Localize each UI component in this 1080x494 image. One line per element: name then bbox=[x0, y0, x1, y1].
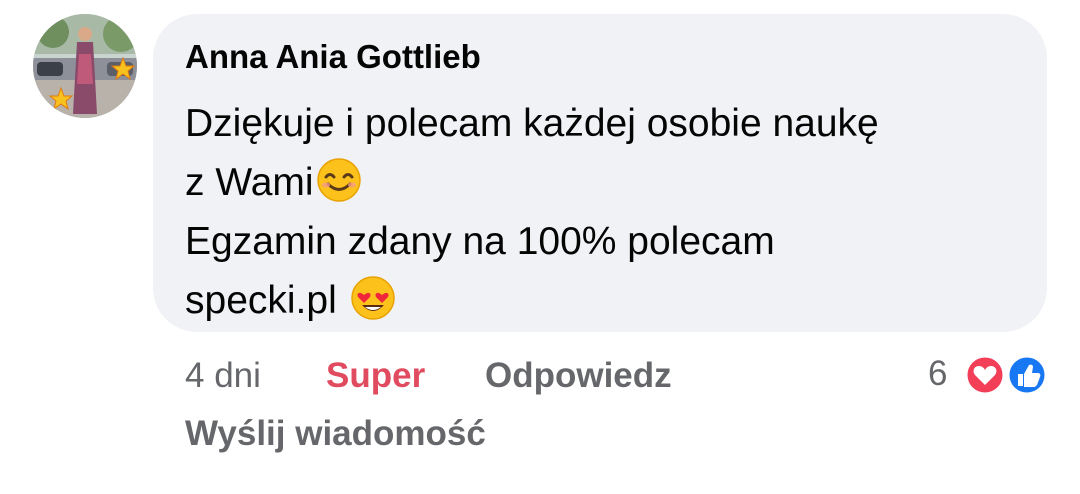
comment-line: specki.pl bbox=[185, 271, 1015, 330]
comment-root: Anna Ania Gottlieb Dziękuje i polecam ka… bbox=[0, 0, 1080, 494]
heart-eyes-emoji-icon bbox=[350, 276, 395, 320]
send-message-button[interactable]: Wyślij wiadomość bbox=[185, 410, 486, 458]
comment-bubble: Anna Ania Gottlieb Dziękuje i polecam ka… bbox=[153, 14, 1047, 332]
comment-line: z Wami bbox=[185, 153, 1015, 212]
heart-icon bbox=[964, 354, 1006, 396]
like-icon bbox=[1006, 354, 1048, 396]
comment-line: Dziękuje i polecam każdej osobie naukę bbox=[185, 102, 879, 145]
comment-line: Egzamin zdany na 100% polecam bbox=[185, 220, 775, 263]
comment-text: Dziękuje i polecam każdej osobie naukę z… bbox=[185, 94, 1015, 330]
reply-button[interactable]: Odpowiedz bbox=[485, 352, 672, 400]
reaction-count: 6 bbox=[928, 354, 948, 393]
comment-link[interactable]: specki.pl bbox=[185, 279, 337, 322]
smiling-face-emoji-icon bbox=[316, 158, 361, 202]
reaction-button[interactable]: Super bbox=[326, 352, 425, 400]
reaction-icons bbox=[964, 354, 1048, 396]
comment-timestamp[interactable]: 4 dni bbox=[185, 352, 261, 400]
avatar[interactable] bbox=[33, 14, 137, 118]
comment-author[interactable]: Anna Ania Gottlieb bbox=[185, 38, 481, 76]
avatar-photo bbox=[33, 14, 137, 118]
